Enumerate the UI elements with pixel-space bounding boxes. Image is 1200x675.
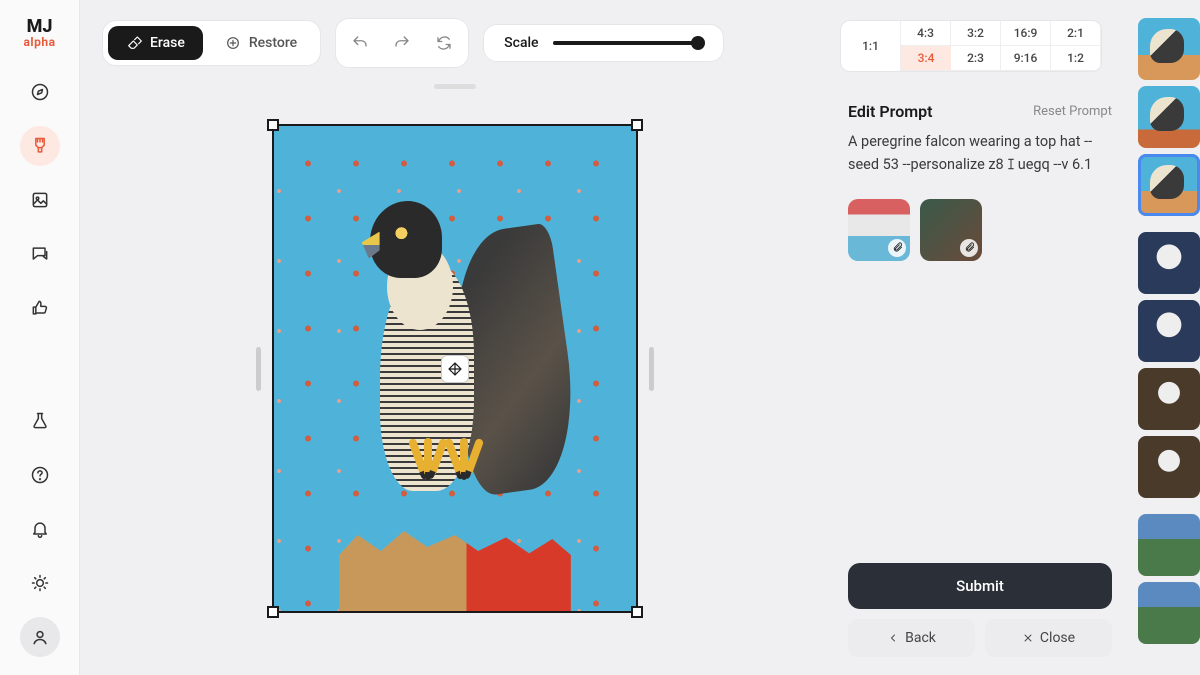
user-icon[interactable] xyxy=(20,617,60,657)
prompt-input[interactable]: A peregrine falcon wearing a top hat --s… xyxy=(848,131,1112,177)
aspect-3-4[interactable]: 3:4 xyxy=(901,46,951,71)
submit-button[interactable]: Submit xyxy=(848,563,1112,609)
rail-thumb[interactable] xyxy=(1138,86,1200,148)
redo-button[interactable] xyxy=(383,24,421,62)
edit-panel: 1:1 4:3 3:2 16:9 2:1 3:4 2:3 9:16 1:2 Ed… xyxy=(830,0,1130,675)
erase-restore-group: Erase Restore xyxy=(102,20,321,66)
restore-button[interactable]: Restore xyxy=(207,26,315,60)
sidebar-left: MJ alpha xyxy=(0,0,80,675)
scale-slider[interactable] xyxy=(553,41,703,45)
image-canvas[interactable] xyxy=(272,124,638,613)
logo-sub: alpha xyxy=(24,36,56,48)
rail-thumb[interactable] xyxy=(1138,436,1200,498)
bell-icon[interactable] xyxy=(20,509,60,549)
main-area: Erase Restore Scale xyxy=(80,0,830,675)
resize-handle-tl[interactable] xyxy=(267,119,279,131)
resize-handle-bl[interactable] xyxy=(267,606,279,618)
side-grip-left[interactable] xyxy=(256,347,261,391)
image-icon[interactable] xyxy=(20,180,60,220)
move-icon[interactable] xyxy=(441,355,469,383)
text-cursor-icon xyxy=(1004,156,1018,172)
restore-label: Restore xyxy=(249,35,297,51)
aspect-2-3[interactable]: 2:3 xyxy=(951,46,1001,71)
back-label: Back xyxy=(905,630,936,646)
scale-label: Scale xyxy=(504,35,538,51)
prompt-text-post: uegq --v 6.1 xyxy=(1018,156,1092,173)
erase-button[interactable]: Erase xyxy=(108,26,203,60)
reset-button[interactable] xyxy=(425,24,463,62)
aspect-2-1[interactable]: 2:1 xyxy=(1051,21,1101,46)
aspect-3-2[interactable]: 3:2 xyxy=(951,21,1001,46)
rail-thumb[interactable] xyxy=(1138,18,1200,80)
attachment-icon xyxy=(960,239,978,257)
resize-handle-tr[interactable] xyxy=(631,119,643,131)
reference-thumb-2[interactable] xyxy=(920,199,982,261)
sun-icon[interactable] xyxy=(20,563,60,603)
reference-thumb-1[interactable] xyxy=(848,199,910,261)
compass-icon[interactable] xyxy=(20,72,60,112)
back-button[interactable]: Back xyxy=(848,619,975,657)
aspect-9-16[interactable]: 9:16 xyxy=(1001,46,1051,71)
thumbnail-rail xyxy=(1130,0,1200,675)
flask-icon[interactable] xyxy=(20,401,60,441)
attachment-icon xyxy=(888,239,906,257)
app-logo: MJ alpha xyxy=(24,18,56,48)
resize-handle-br[interactable] xyxy=(631,606,643,618)
rail-thumb[interactable] xyxy=(1138,232,1200,294)
brush-icon[interactable] xyxy=(20,126,60,166)
history-group xyxy=(335,18,469,68)
help-icon[interactable] xyxy=(20,455,60,495)
aspect-ratio-grid: 1:1 4:3 3:2 16:9 2:1 3:4 2:3 9:16 1:2 xyxy=(840,20,1102,72)
rail-thumb[interactable] xyxy=(1138,582,1200,644)
erase-label: Erase xyxy=(150,35,185,51)
aspect-4-3[interactable]: 4:3 xyxy=(901,21,951,46)
reference-thumbnails xyxy=(848,199,1112,261)
rail-thumb[interactable] xyxy=(1138,300,1200,362)
logo-main: MJ xyxy=(24,18,56,36)
rail-thumb-active[interactable] xyxy=(1138,154,1200,216)
reset-prompt-link[interactable]: Reset Prompt xyxy=(1033,104,1112,119)
thumbs-up-icon[interactable] xyxy=(20,288,60,328)
slider-knob[interactable] xyxy=(691,36,705,50)
close-label: Close xyxy=(1040,630,1075,646)
aspect-1-2[interactable]: 1:2 xyxy=(1051,46,1101,71)
chat-icon[interactable] xyxy=(20,234,60,274)
scale-control: Scale xyxy=(483,24,723,62)
undo-button[interactable] xyxy=(341,24,379,62)
close-button[interactable]: Close xyxy=(985,619,1112,657)
rail-thumb[interactable] xyxy=(1138,368,1200,430)
top-toolbar: Erase Restore Scale xyxy=(80,0,830,82)
side-grip-right[interactable] xyxy=(649,347,654,391)
canvas-notch[interactable] xyxy=(434,84,476,89)
edit-prompt-title: Edit Prompt xyxy=(848,102,933,121)
rail-thumb[interactable] xyxy=(1138,514,1200,576)
aspect-1-1[interactable]: 1:1 xyxy=(841,21,901,71)
canvas-area xyxy=(80,82,830,675)
aspect-16-9[interactable]: 16:9 xyxy=(1001,21,1051,46)
